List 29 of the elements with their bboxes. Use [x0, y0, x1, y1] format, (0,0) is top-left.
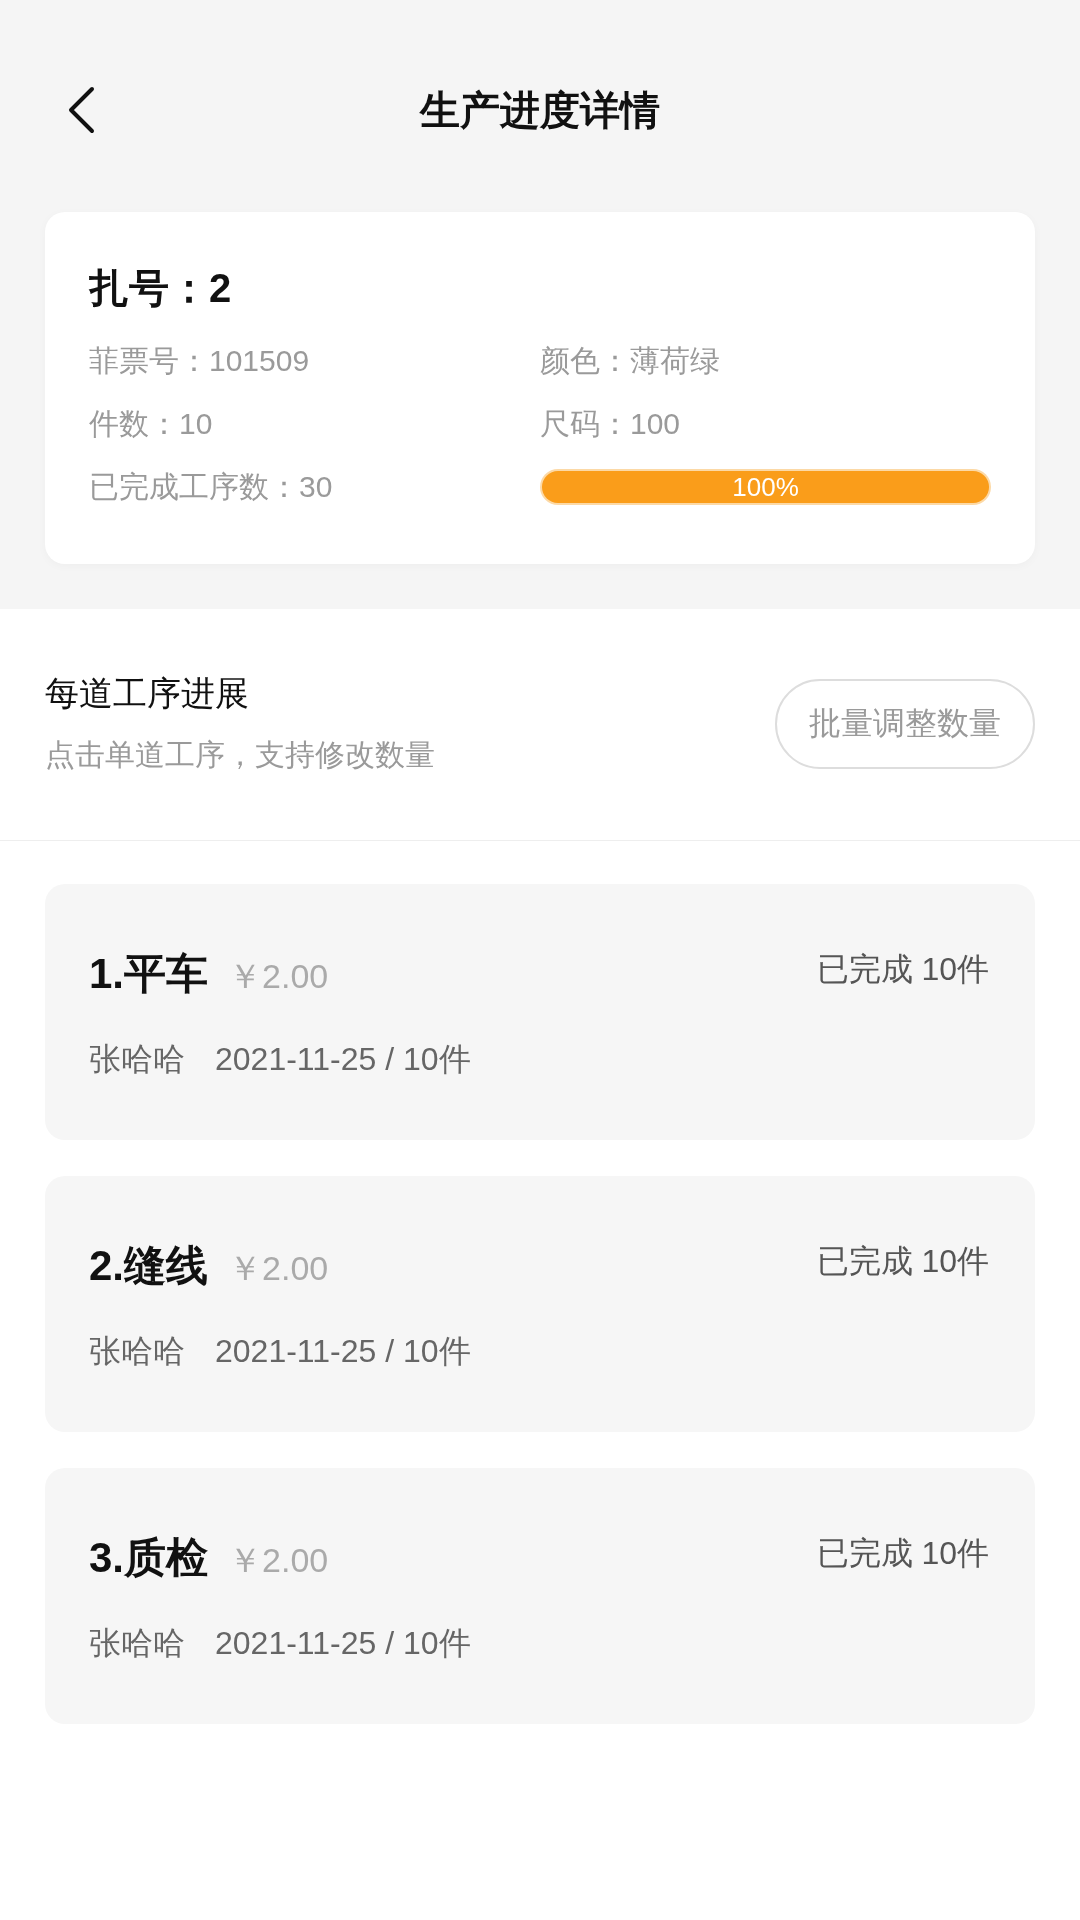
record-text: 2021-11-25 / 10件	[215, 1624, 471, 1663]
section-title: 每道工序进展	[45, 673, 250, 714]
info-text: 菲票号：101509	[89, 343, 311, 379]
info-text: 件数：10	[89, 406, 214, 442]
process-status: 已完成 10件	[816, 950, 989, 989]
info-text: 尺码：100	[540, 406, 682, 442]
page-title: 生产进度详情	[420, 87, 660, 134]
process-card[interactable]: 1.平车 ￥2.00 已完成 10件 张哈哈 2021-11-25 / 10件	[45, 884, 1035, 1140]
section-subtitle: 点击单道工序，支持修改数量	[45, 737, 435, 773]
worker-name: 张哈哈	[89, 1624, 185, 1663]
record-text: 2021-11-25 / 10件	[215, 1332, 471, 1371]
record-text: 2021-11-25 / 10件	[215, 1040, 471, 1079]
info-text: 已完成工序数：30	[89, 469, 334, 505]
progress-reading: 100%	[732, 471, 799, 504]
process-status: 已完成 10件	[816, 1534, 989, 1573]
process-card[interactable]: 3.质检 ￥2.00 已完成 10件 张哈哈 2021-11-25 / 10件	[45, 1468, 1035, 1724]
process-name: 2.缝线	[89, 1241, 209, 1291]
info-text: 颜色：薄荷绿	[540, 343, 721, 379]
worker-name: 张哈哈	[89, 1040, 185, 1079]
process-name: 3.质检	[89, 1533, 209, 1583]
process-price: ￥2.00	[228, 1248, 329, 1289]
process-price: ￥2.00	[228, 1540, 329, 1581]
process-name: 1.平车	[89, 949, 209, 999]
back-icon[interactable]	[67, 86, 95, 134]
process-card[interactable]: 2.缝线 ￥2.00 已完成 10件 张哈哈 2021-11-25 / 10件	[45, 1176, 1035, 1432]
process-price: ￥2.00	[228, 956, 329, 997]
process-status: 已完成 10件	[816, 1242, 989, 1281]
bundle-title: 扎号：2	[89, 265, 233, 312]
worker-name: 张哈哈	[89, 1332, 185, 1371]
